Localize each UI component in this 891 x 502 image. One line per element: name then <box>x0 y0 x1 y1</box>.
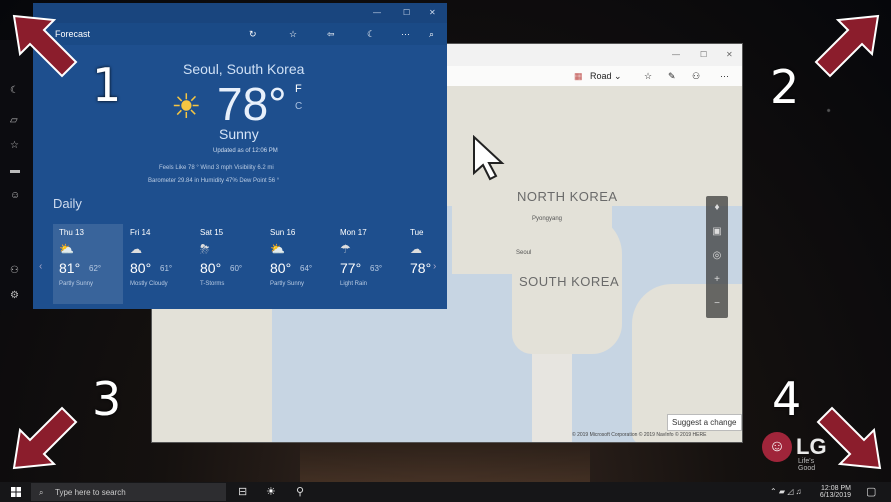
task-view-icon[interactable]: ⊟ <box>238 485 247 498</box>
unit-fahrenheit[interactable]: F <box>295 83 302 95</box>
favorites-icon[interactable]: ☆ <box>644 71 652 82</box>
more-icon[interactable]: ··· <box>401 29 410 39</box>
search-placeholder: Type here to search <box>55 488 126 497</box>
maximize-button[interactable]: ☐ <box>700 50 707 59</box>
arrow-up-left-icon <box>12 14 78 78</box>
weather-window[interactable]: — ☐ ✕ Forecast ↻ ☆ ⇦ ☾ ··· ⌕ Seoul, Sout… <box>33 3 447 309</box>
unit-celsius[interactable]: C <box>295 101 302 112</box>
zoom-in-icon[interactable]: + <box>706 268 728 292</box>
forecast-day-card[interactable]: Thu 13 ⛅ 81° 62° Partly Sunny <box>53 224 123 304</box>
wallpaper-bench <box>290 432 600 484</box>
clock-date: 6/13/2019 <box>819 492 851 499</box>
weather-titlebar[interactable]: — ☐ ✕ <box>33 3 447 23</box>
forecast-nav-icon[interactable]: ☾ <box>10 85 19 96</box>
search-icon: ⌕ <box>39 488 44 497</box>
location-title: Seoul, South Korea <box>183 61 305 77</box>
updated-text: Updated as of 12:06 PM <box>213 148 278 154</box>
arrow-down-left-icon <box>12 406 78 470</box>
storm-icon: ⛈ <box>200 242 210 256</box>
maximize-button[interactable]: ☐ <box>403 8 410 17</box>
zoom-control[interactable]: ♦ ▣ ◎ + − <box>706 196 728 318</box>
taskbar-search-box[interactable]: ⌕ Type here to search <box>31 483 226 501</box>
refresh-icon[interactable]: ↻ <box>249 29 257 40</box>
ink-icon[interactable]: ✎ <box>668 71 676 82</box>
cloudy-icon: ☁ <box>410 242 422 256</box>
current-temperature: 78° <box>217 78 287 130</box>
partly-sunny-icon: ⛅ <box>270 242 285 256</box>
condition-text: Sunny <box>219 126 259 142</box>
partly-sunny-icon: ⛅ <box>59 242 74 256</box>
country-label: SOUTH KOREA <box>519 274 620 289</box>
taskbar: ⌕ Type here to search ⊟ ☀ ⚲ ⌃ ▰ ◿ ♫ 12:0… <box>0 482 891 502</box>
cloudy-icon: ☁ <box>130 242 142 256</box>
city-label: Pyongyang <box>532 216 563 222</box>
maps-app-icon[interactable]: ⚲ <box>296 485 304 498</box>
city-label: Seoul <box>516 250 532 256</box>
callout-number: 2 <box>770 60 800 114</box>
layers-icon[interactable]: ▣ <box>706 220 728 244</box>
compass-icon[interactable]: ♦ <box>706 196 728 220</box>
favorites-nav-icon[interactable]: ☆ <box>10 140 19 151</box>
details-row: Barometer 29.84 in Humidity 47% Dew Poin… <box>148 178 280 184</box>
close-button[interactable]: ✕ <box>429 8 436 17</box>
settings-icon[interactable]: ⚙ <box>10 290 19 301</box>
account-nav-icon[interactable]: ⚇ <box>10 265 19 276</box>
suggest-change-button[interactable]: Suggest a change <box>667 414 742 431</box>
windows-start-icon[interactable] <box>11 487 21 497</box>
sun-icon: ☀ <box>171 88 202 126</box>
dark-mode-icon[interactable]: ☾ <box>367 29 375 40</box>
notification-icon[interactable]: ▢ <box>866 485 876 498</box>
details-row: Feels Like 78 ° Wind 3 mph Visibility 6.… <box>159 165 274 171</box>
country-label: NORTH KOREA <box>517 189 618 204</box>
tray-icons[interactable]: ⌃ ▰ ◿ ♫ <box>770 487 802 496</box>
minimize-button[interactable]: — <box>672 50 680 59</box>
forecast-day-card[interactable]: Tue ☁ 78° <box>404 224 434 304</box>
arrow-up-right-icon <box>814 14 880 78</box>
chevron-left-icon[interactable]: ‹ <box>39 261 42 272</box>
search-icon[interactable]: ⌕ <box>429 29 434 40</box>
clock[interactable]: 12:08 PM 6/13/2019 <box>820 485 851 499</box>
pin-icon[interactable]: ⇦ <box>327 29 335 40</box>
forecast-day-card[interactable]: Sat 15 ⛈ 80° 60° T-Storms <box>194 224 264 304</box>
brand-tagline: Life's Good <box>798 458 816 472</box>
forecast-day-card[interactable]: Sun 16 ⛅ 80° 64° Partly Sunny <box>264 224 334 304</box>
view-mode-dropdown[interactable]: Road <box>590 71 612 81</box>
forecast-day-card[interactable]: Fri 14 ☁ 80° 61° Mostly Cloudy <box>124 224 194 304</box>
more-icon[interactable]: ··· <box>720 71 729 81</box>
mouse-cursor-icon <box>473 135 505 181</box>
close-button[interactable]: ✕ <box>726 50 733 59</box>
weather-toolbar: Forecast ↻ ☆ ⇦ ☾ ··· ⌕ <box>33 23 447 45</box>
zoom-out-icon[interactable]: − <box>706 292 728 316</box>
desktop: — ☐ ✕ ▦ Road ⌄ ☆ ✎ ⚇ ··· NORTH KOREA SOU… <box>0 0 891 502</box>
lg-face-icon: ☺ <box>762 432 792 462</box>
maps-nav-icon[interactable]: ▱ <box>10 115 18 126</box>
callout-number: 3 <box>92 372 122 426</box>
road-icon: ▦ <box>574 71 583 81</box>
daily-heading: Daily <box>53 196 82 211</box>
callout-number: 1 <box>92 58 122 112</box>
rain-icon: ☂ <box>340 242 351 256</box>
clock-time: 12:08 PM <box>821 485 851 492</box>
news-nav-icon[interactable]: ▬ <box>10 165 20 176</box>
forecast-day-card[interactable]: Mon 17 ☂ 77° 63° Light Rain <box>334 224 404 304</box>
weather-app-icon[interactable]: ☀ <box>266 485 276 498</box>
chevron-down-icon[interactable]: ⌄ <box>614 71 622 82</box>
locate-icon[interactable]: ◎ <box>706 244 728 268</box>
minimize-button[interactable]: — <box>373 8 381 17</box>
map-copyright: © 2019 Microsoft Corporation © 2019 NavI… <box>572 432 707 438</box>
smiley-nav-icon[interactable]: ☺ <box>10 190 20 201</box>
favorite-icon[interactable]: ☆ <box>289 29 297 40</box>
callout-number: 4 <box>772 372 802 426</box>
account-icon[interactable]: ⚇ <box>692 71 700 82</box>
brand-name: LG <box>796 434 827 459</box>
